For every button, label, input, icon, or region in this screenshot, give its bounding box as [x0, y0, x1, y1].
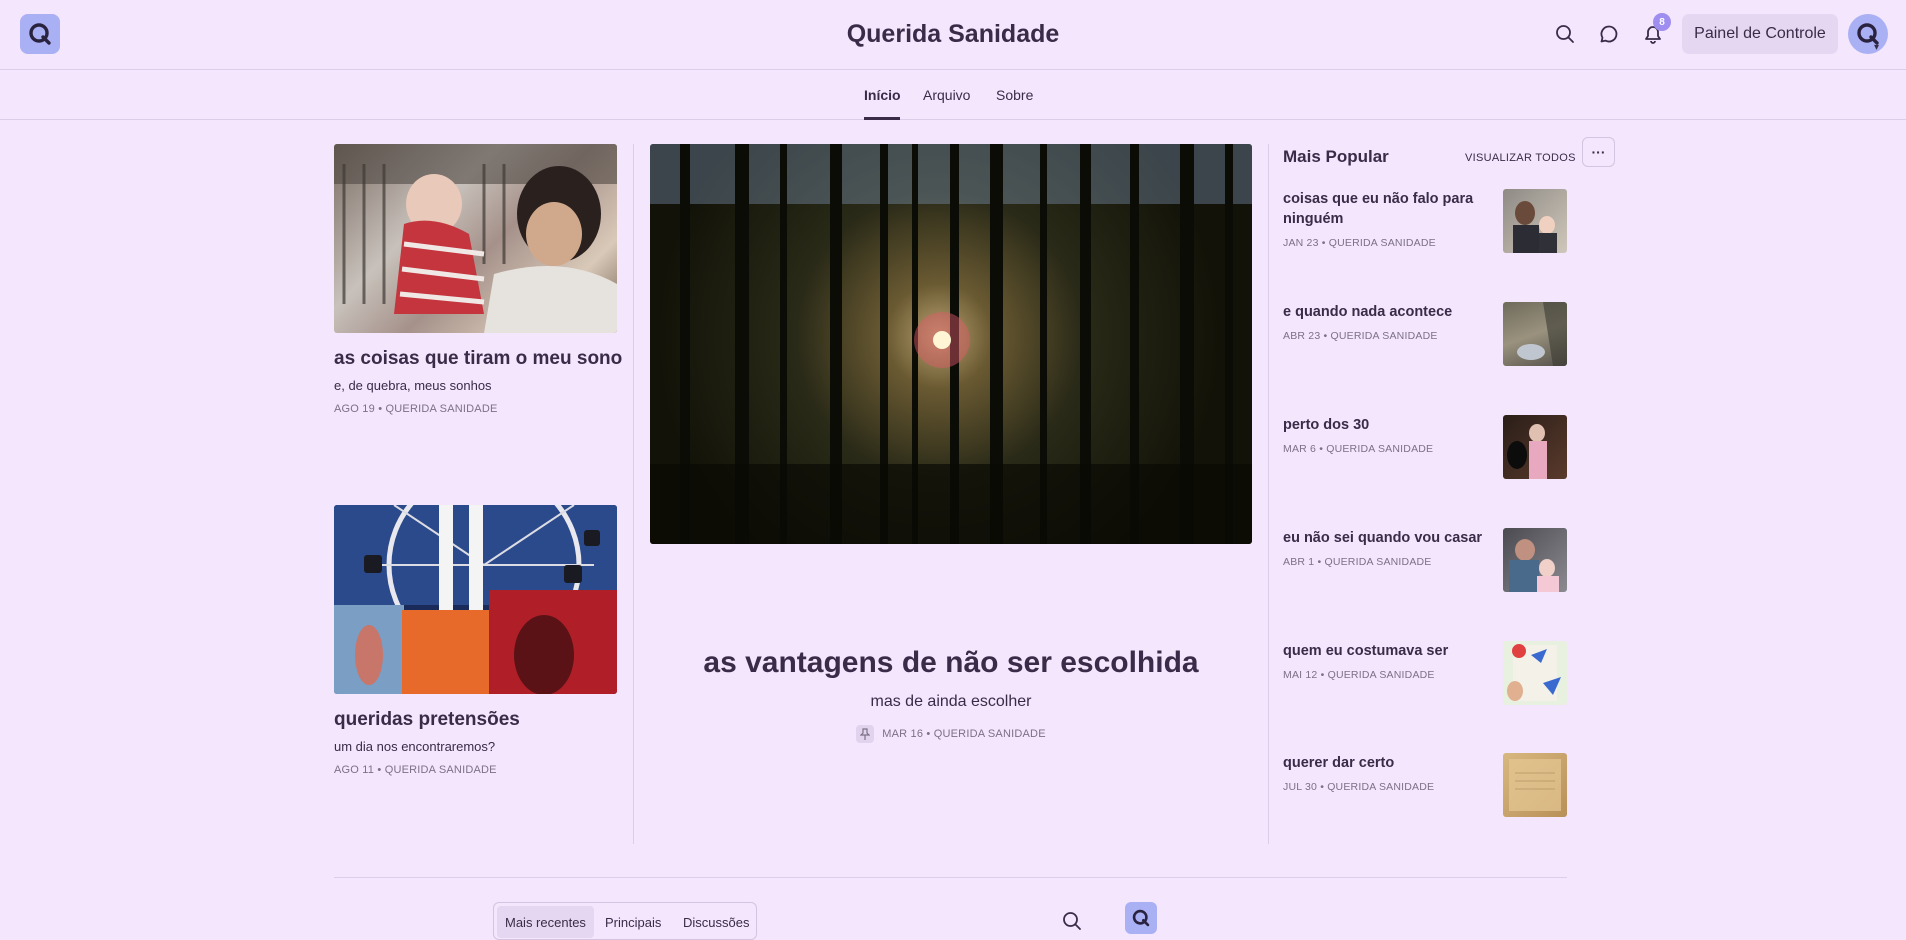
tab-arquivo[interactable]: Arquivo [923, 87, 970, 103]
notification-badge: 8 [1653, 13, 1671, 31]
popular-item-thumbnail[interactable] [1503, 641, 1567, 705]
publication-logo[interactable] [1125, 902, 1157, 934]
pin-icon [856, 725, 875, 743]
tab-principais[interactable]: Principais [597, 906, 669, 938]
chevron-down-icon[interactable]: ▾ [1874, 42, 1879, 53]
popular-heading: Mais Popular [1283, 147, 1389, 166]
chat-icon[interactable] [1597, 22, 1621, 46]
tab-discussoes[interactable]: Discussões [675, 906, 757, 938]
popular-item-meta: ABR 1 • QUERIDA SANIDADE [1283, 556, 1432, 568]
site-header: Querida Sanidade 8 Painel de Controle ▾ [0, 0, 1906, 70]
popular-item-meta: JAN 23 • QUERIDA SANIDADE [1283, 237, 1436, 249]
dashboard-button[interactable]: Painel de Controle [1682, 14, 1838, 54]
popular-item-thumbnail[interactable] [1503, 753, 1567, 817]
logo-q-icon [1132, 909, 1150, 927]
post-image-1[interactable] [334, 144, 617, 333]
search-icon[interactable] [1062, 911, 1082, 931]
post-subtitle: e, de quebra, meus sonhos [334, 378, 492, 393]
popular-item-title[interactable]: e quando nada acontece [1283, 302, 1493, 322]
search-icon[interactable] [1553, 22, 1577, 46]
feed-tabs: Mais recentes Principais Discussões [493, 902, 757, 940]
post-meta: AGO 19 • QUERIDA SANIDADE [334, 403, 498, 415]
popular-item-meta: JUL 30 • QUERIDA SANIDADE [1283, 781, 1435, 793]
popular-item-title[interactable]: quem eu costumava ser [1283, 641, 1493, 661]
tab-inicio[interactable]: Início [864, 87, 901, 103]
hero-post-title[interactable]: as vantagens de não ser escolhida [650, 646, 1252, 680]
popular-item-title[interactable]: querer dar certo [1283, 753, 1493, 773]
hero-image[interactable] [650, 144, 1252, 544]
hero-post-meta: MAR 16 • QUERIDA SANIDADE [882, 728, 1046, 740]
popular-item-title[interactable]: perto dos 30 [1283, 415, 1493, 435]
tab-sobre[interactable]: Sobre [996, 87, 1033, 103]
more-options-button[interactable]: ··· [1582, 137, 1615, 167]
hero-meta-row: MAR 16 • QUERIDA SANIDADE [650, 725, 1252, 743]
popular-item-thumbnail[interactable] [1503, 189, 1567, 253]
post-title[interactable]: queridas pretensões [334, 709, 520, 731]
hero-post-subtitle: mas de ainda escolher [870, 693, 1032, 710]
post-title[interactable]: as coisas que tiram o meu sono [334, 348, 622, 370]
popular-item-title[interactable]: coisas que eu não falo para ninguém [1283, 189, 1493, 229]
post-image-2[interactable] [334, 505, 617, 694]
popular-item-thumbnail[interactable] [1503, 302, 1567, 366]
column-divider [633, 144, 634, 844]
popular-item-meta: MAR 6 • QUERIDA SANIDADE [1283, 443, 1434, 455]
post-meta: AGO 11 • QUERIDA SANIDADE [334, 764, 497, 776]
main-nav: Início Arquivo Sobre [0, 71, 1906, 120]
user-avatar[interactable] [1848, 14, 1888, 54]
popular-item-thumbnail[interactable] [1503, 528, 1567, 592]
popular-item-meta: ABR 23 • QUERIDA SANIDADE [1283, 330, 1438, 342]
post-subtitle: um dia nos encontraremos? [334, 739, 496, 754]
section-divider [334, 877, 1567, 878]
column-divider [1268, 144, 1269, 844]
active-tab-indicator [864, 117, 900, 120]
view-all-link[interactable]: VISUALIZAR TODOS [1465, 152, 1576, 164]
tab-mais-recentes[interactable]: Mais recentes [497, 906, 594, 938]
popular-item-thumbnail[interactable] [1503, 415, 1567, 479]
popular-item-meta: MAI 12 • QUERIDA SANIDADE [1283, 669, 1435, 681]
popular-item-title[interactable]: eu não sei quando vou casar [1283, 528, 1493, 548]
